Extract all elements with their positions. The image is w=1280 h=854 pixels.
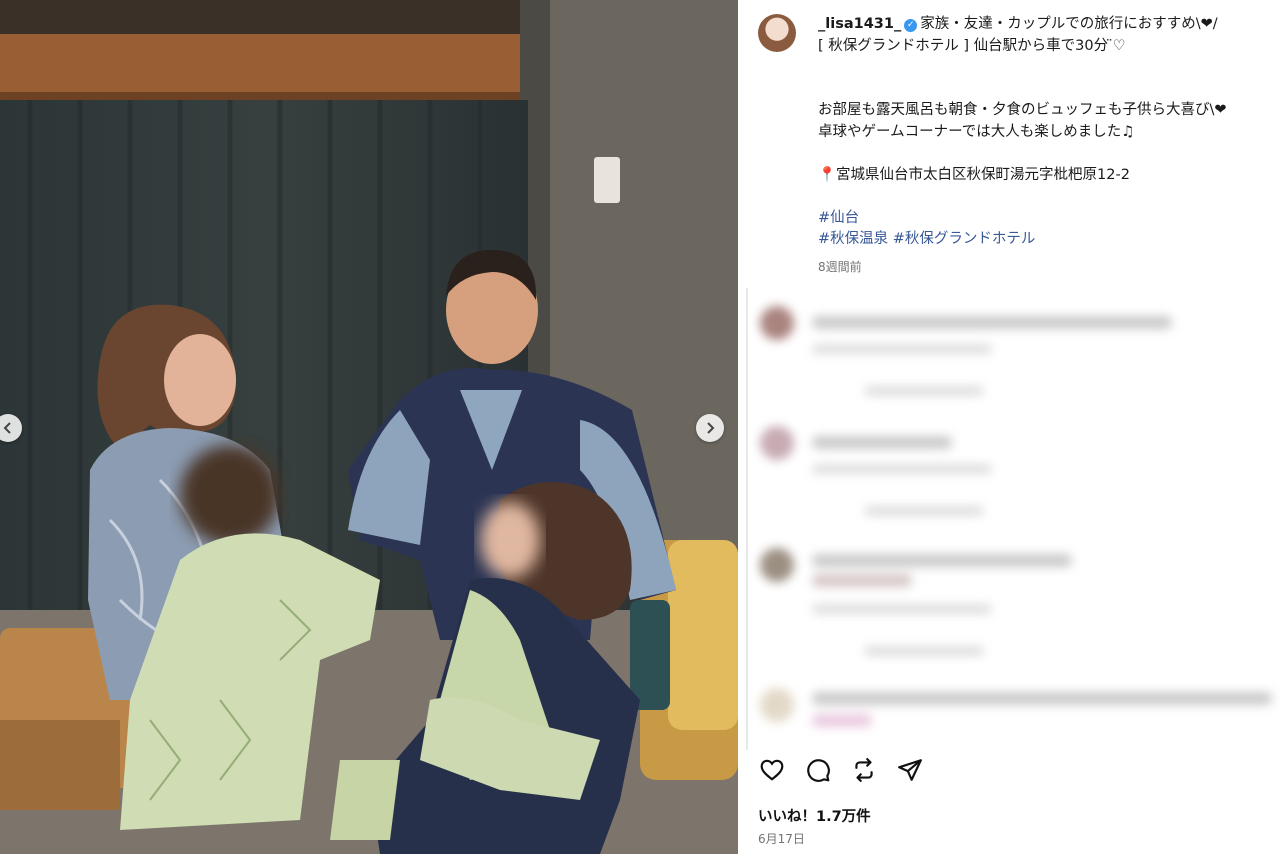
comment-replies-blurred [864, 646, 984, 656]
caption-line-6: 卓球やゲームコーナーでは大人も楽しめました♫ [818, 123, 1135, 140]
heart-icon [760, 759, 784, 781]
caption-line-2: [ 秋保グランドホテル ] 仙台駅から車で30分 ̈♡ [818, 37, 1126, 54]
comment-text-blurred [812, 574, 912, 587]
post-actions [758, 756, 924, 784]
chevron-left-icon [3, 422, 11, 434]
avatar [760, 688, 794, 722]
post-side-panel: _lisa1431_ ✓ 家族・友達・カップルでの旅行におすすめ\❤︎/ [ 秋保グ… [738, 0, 1280, 854]
comment-replies-blurred [864, 386, 984, 396]
comment-icon [807, 759, 830, 782]
like-button[interactable] [758, 756, 786, 784]
comment-text-blurred [812, 714, 872, 727]
comment-meta-blurred [812, 344, 992, 354]
avatar [760, 306, 794, 340]
comment-button[interactable] [804, 756, 832, 784]
caption-line-1: 家族・友達・カップルでの旅行におすすめ\❤︎/ [920, 16, 1218, 32]
caption-location: 📍宮城県仙台市太白区秋保町湯元字枇杷原12-2 [818, 166, 1130, 183]
send-icon [898, 759, 922, 781]
author-username[interactable]: _lisa1431_ [818, 16, 901, 32]
avatar [760, 426, 794, 460]
post-age[interactable]: 8週間前 [818, 257, 1268, 279]
share-button[interactable] [896, 756, 924, 784]
comments-list-blurred [754, 296, 1274, 746]
caption-body: _lisa1431_ ✓ 家族・友達・カップルでの旅行におすすめ\❤︎/ [ 秋保グ… [818, 14, 1268, 278]
comment-text-blurred [812, 554, 1072, 567]
next-photo-button[interactable] [696, 414, 724, 442]
verified-badge-icon: ✓ [904, 19, 918, 32]
post-photo [0, 0, 738, 854]
post-date[interactable]: 6月17日 [758, 830, 805, 847]
comment-meta-blurred [812, 464, 992, 474]
hashtag-line-2[interactable]: #秋保温泉 #秋保グランドホテル [818, 229, 1268, 251]
avatar [760, 548, 794, 582]
photo-illustration [0, 0, 738, 854]
post-caption: _lisa1431_ ✓ 家族・友達・カップルでの旅行におすすめ\❤︎/ [ 秋保グ… [758, 14, 1278, 278]
like-count[interactable]: いいね！1.7万件 [758, 805, 871, 826]
comment-text-blurred [812, 316, 1172, 329]
repost-button[interactable] [850, 756, 878, 784]
comment-replies-blurred [864, 506, 984, 516]
hashtag-line-1[interactable]: #仙台 [818, 208, 1268, 230]
chevron-right-icon [707, 422, 715, 434]
comment-text-blurred [812, 436, 952, 449]
author-avatar[interactable] [758, 14, 796, 52]
repost-icon [855, 758, 873, 782]
comment-meta-blurred [812, 604, 992, 614]
caption-first-line: _lisa1431_ ✓ 家族・友達・カップルでの旅行におすすめ\❤︎/ [818, 14, 1268, 36]
caption-line-5: お部屋も露天風呂も朝食・夕食のビュッフェも子供ら大喜び\❤︎ [818, 102, 1227, 118]
comment-text-blurred [812, 692, 1272, 705]
comments-scrollbar[interactable] [746, 288, 748, 750]
